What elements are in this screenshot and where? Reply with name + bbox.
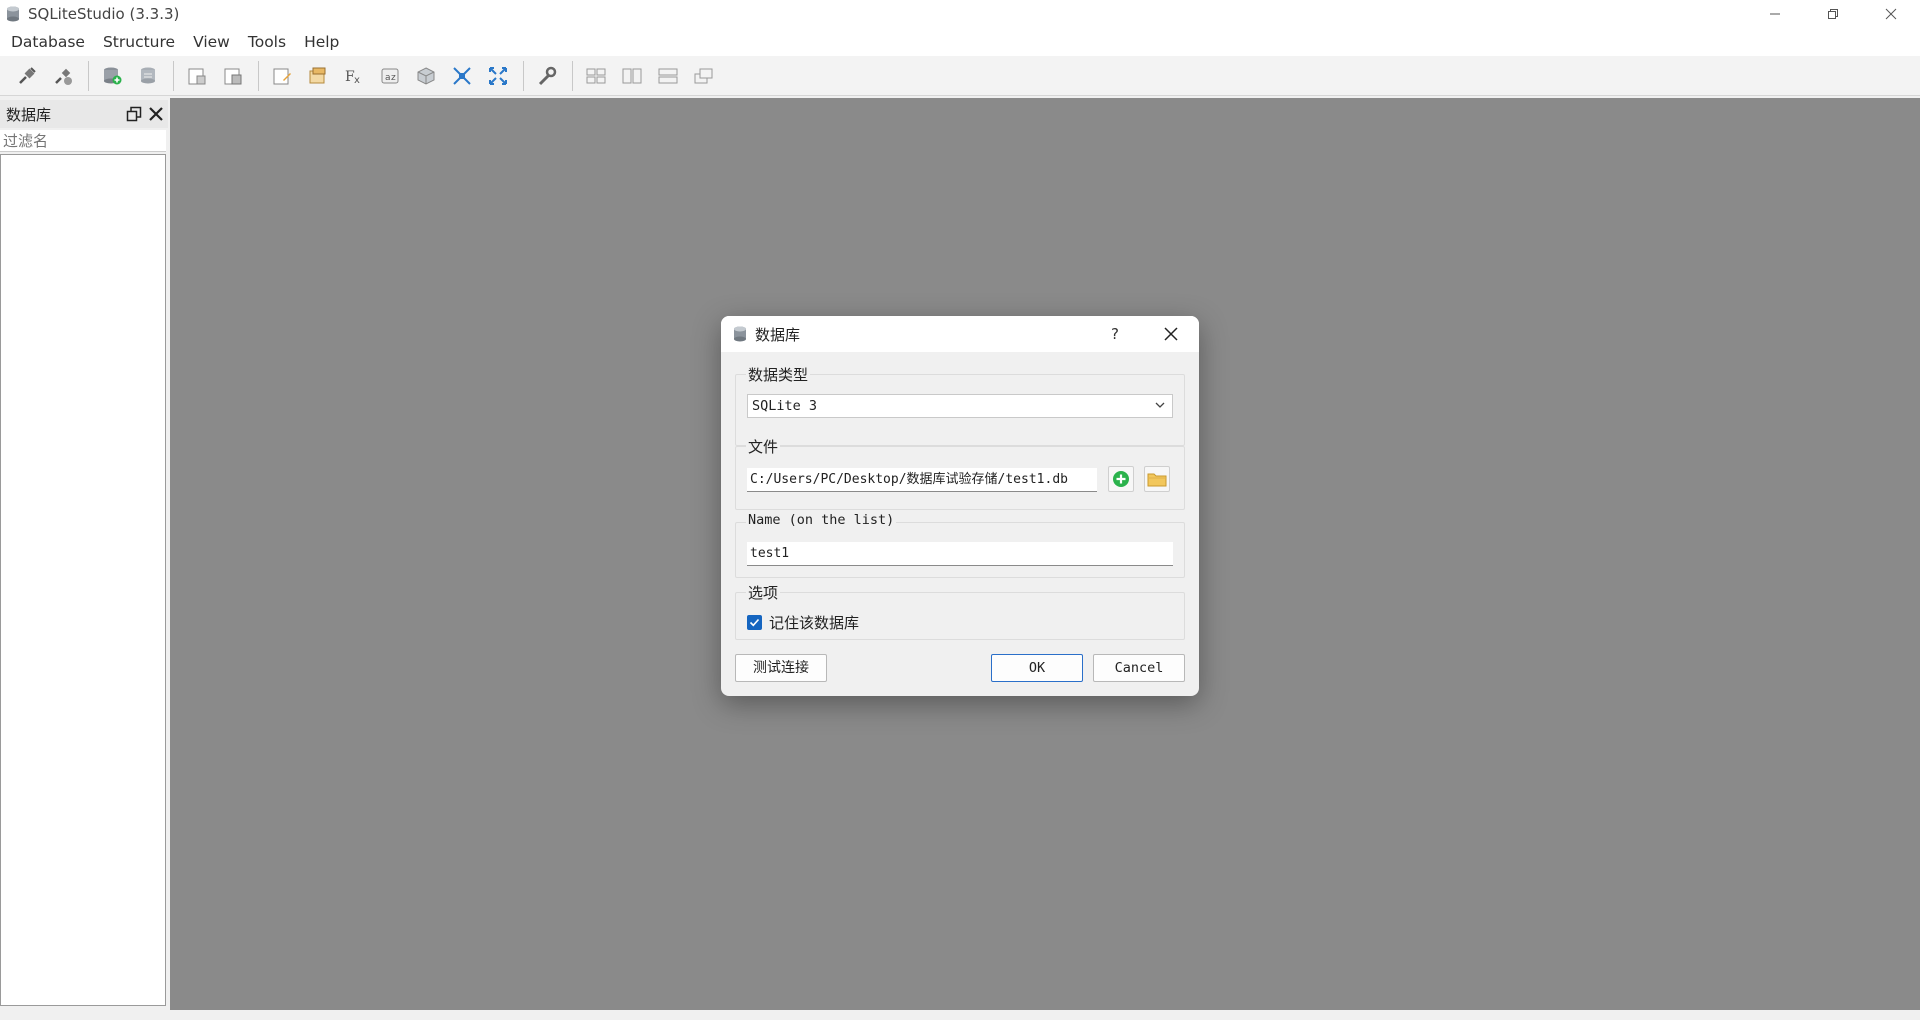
dialog-title: 数据库 bbox=[755, 325, 801, 344]
status-strip bbox=[0, 1010, 1920, 1020]
close-icon[interactable] bbox=[1161, 324, 1181, 344]
sql-functions-button[interactable]: Fx bbox=[339, 61, 369, 91]
sqlitestudio-app-icon bbox=[7, 6, 19, 22]
edit-database-button[interactable] bbox=[133, 61, 163, 91]
toolbar-separator bbox=[173, 60, 174, 91]
remember-database-label: 记住该数据库 bbox=[769, 614, 860, 632]
database-type-value: SQLite 3 bbox=[752, 398, 818, 414]
name-input[interactable]: test1 bbox=[747, 542, 1173, 566]
sql-editor-button[interactable] bbox=[182, 61, 212, 91]
cancel-button[interactable]: Cancel bbox=[1093, 654, 1185, 682]
menu-structure[interactable]: Structure bbox=[94, 28, 184, 56]
disconnect-button[interactable] bbox=[48, 61, 78, 91]
file-path-input[interactable]: C:/Users/PC/Desktop/数据库试验存储/test1.db bbox=[747, 468, 1097, 492]
remember-database-checkbox[interactable] bbox=[747, 615, 762, 630]
tile-horizontal-icon bbox=[489, 66, 507, 85]
tile-icon bbox=[453, 66, 471, 85]
database-tree[interactable] bbox=[0, 154, 166, 1006]
dock-title: 数据库 bbox=[6, 105, 52, 124]
test-connection-button[interactable]: 测试连接 bbox=[735, 654, 827, 682]
connect-button[interactable] bbox=[12, 61, 42, 91]
svg-text:a: a bbox=[385, 73, 391, 83]
disconnect-icon bbox=[55, 68, 72, 85]
folder-icon bbox=[1147, 473, 1167, 487]
menu-help[interactable]: Help bbox=[295, 28, 348, 56]
create-new-file-button[interactable] bbox=[1108, 466, 1134, 492]
collations-button[interactable]: az bbox=[375, 61, 405, 91]
tile-vertical-icon bbox=[622, 68, 642, 83]
sql-functions-icon: Fx bbox=[345, 69, 360, 86]
edit-database-icon bbox=[141, 67, 155, 83]
ok-button[interactable]: OK bbox=[991, 654, 1083, 682]
menu-database[interactable]: Database bbox=[2, 28, 94, 56]
svg-text:x: x bbox=[354, 75, 360, 86]
cascade-button[interactable] bbox=[581, 61, 611, 91]
open-sql-editor-icon bbox=[188, 68, 206, 84]
add-database-button[interactable] bbox=[97, 61, 127, 91]
tile-horizontal-button[interactable] bbox=[483, 61, 513, 91]
dock-tools bbox=[126, 106, 164, 122]
minimize-icon bbox=[1770, 13, 1780, 15]
dialog-titlebar: 数据库 ? bbox=[721, 316, 1199, 352]
database-type-combo[interactable]: SQLite 3 bbox=[747, 394, 1173, 418]
menu-bar: Database Structure View Tools Help bbox=[0, 28, 1920, 56]
add-database-icon bbox=[104, 67, 122, 84]
restore-button[interactable] bbox=[1804, 0, 1862, 28]
toolbar-separator bbox=[572, 60, 573, 91]
add-icon bbox=[1113, 471, 1129, 487]
svg-text:z: z bbox=[391, 73, 396, 83]
cascade-icon bbox=[586, 68, 606, 83]
tile-vertical-button[interactable] bbox=[617, 61, 647, 91]
collations-icon: az bbox=[381, 68, 399, 83]
restore-icon bbox=[1828, 9, 1838, 19]
name-label: Name (on the list) bbox=[746, 512, 897, 528]
create-table-button[interactable] bbox=[267, 61, 297, 91]
float-dock-icon[interactable] bbox=[126, 106, 142, 122]
close-icon bbox=[1885, 8, 1897, 20]
ddl-history-button[interactable] bbox=[218, 61, 248, 91]
window-controls bbox=[1746, 0, 1920, 28]
extensions-button[interactable] bbox=[411, 61, 441, 91]
browse-file-button[interactable] bbox=[1144, 466, 1170, 492]
open-ddl-history-icon bbox=[224, 68, 242, 84]
close-window-button[interactable] bbox=[1862, 0, 1920, 28]
toolbar-separator bbox=[258, 60, 259, 91]
restore-windows-button[interactable] bbox=[689, 61, 719, 91]
database-icon bbox=[734, 326, 746, 342]
window-title: SQLiteStudio (3.3.3) bbox=[28, 5, 180, 23]
extensions-icon bbox=[417, 66, 435, 85]
configure-button[interactable] bbox=[532, 61, 562, 91]
tile-horizontal-2-button[interactable] bbox=[653, 61, 683, 91]
options-label: 选项 bbox=[746, 582, 781, 603]
database-dialog: 数据库 ? 数据类型 SQLite 3 文件 C:/Users/PC/Deskt… bbox=[721, 316, 1199, 696]
create-table-icon bbox=[273, 68, 291, 84]
checkmark-icon bbox=[749, 618, 760, 627]
restore-windows-icon bbox=[694, 68, 713, 83]
databases-dock: 数据库 bbox=[0, 100, 168, 1010]
file-label: 文件 bbox=[746, 436, 781, 457]
database-filter-input[interactable] bbox=[0, 130, 166, 152]
connect-icon bbox=[19, 66, 36, 84]
tile-horizontal-2-icon bbox=[658, 68, 678, 83]
database-type-label: 数据类型 bbox=[746, 364, 811, 385]
help-button[interactable]: ? bbox=[1111, 316, 1119, 352]
chevron-down-icon bbox=[1155, 402, 1165, 408]
create-index-icon bbox=[309, 67, 326, 83]
toolbar-separator bbox=[88, 60, 89, 91]
close-dock-icon[interactable] bbox=[148, 106, 164, 122]
window-titlebar: SQLiteStudio (3.3.3) bbox=[0, 0, 1920, 28]
toolbar-separator bbox=[523, 60, 524, 91]
configure-icon bbox=[538, 66, 557, 85]
minimize-button[interactable] bbox=[1746, 0, 1804, 28]
dock-header: 数据库 bbox=[0, 100, 168, 128]
menu-tools[interactable]: Tools bbox=[239, 28, 295, 56]
tile-button[interactable] bbox=[447, 61, 477, 91]
create-index-button[interactable] bbox=[303, 61, 333, 91]
main-toolbar: Fx az bbox=[0, 56, 1920, 96]
menu-view[interactable]: View bbox=[184, 28, 239, 56]
remember-database-row[interactable]: 记住该数据库 bbox=[747, 612, 859, 633]
